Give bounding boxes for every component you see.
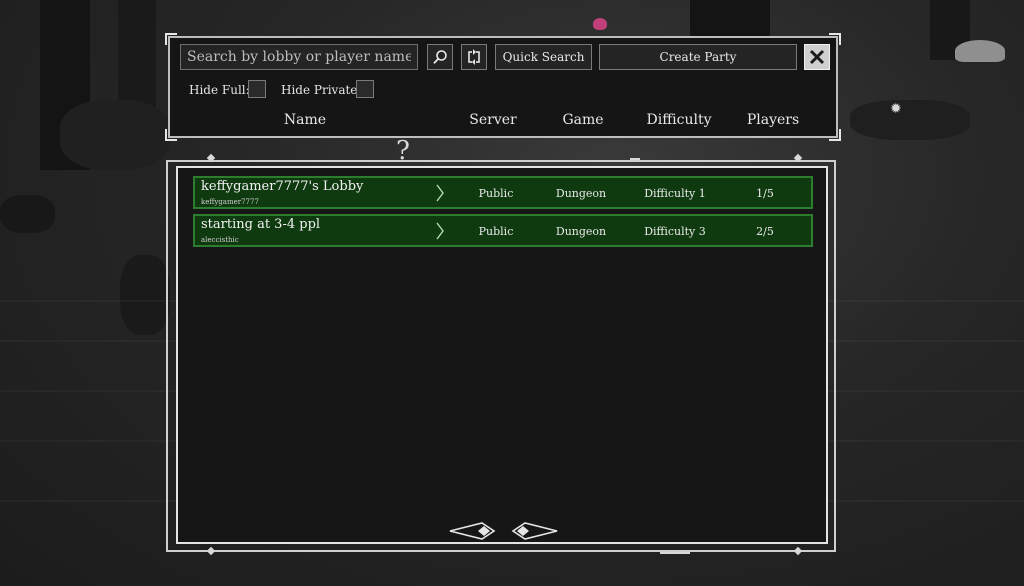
refresh-button[interactable] xyxy=(461,44,487,70)
chevron-right-icon xyxy=(436,184,444,202)
arrow-right-icon[interactable] xyxy=(511,522,559,540)
close-button[interactable] xyxy=(804,44,830,70)
bg-rock xyxy=(120,255,170,335)
search-button[interactable] xyxy=(427,44,453,70)
arrow-left-icon[interactable] xyxy=(448,522,496,540)
frame-ornament xyxy=(630,158,640,160)
lobby-difficulty: Difficulty 1 xyxy=(644,187,706,200)
frame-ornament xyxy=(660,552,690,554)
column-header-name: Name xyxy=(283,112,327,128)
lobby-list: keffygamer7777's Lobby keffygamer7777 Pu… xyxy=(176,166,828,544)
lobby-search-panel: Quick Search Create Party Hide Full: Hid… xyxy=(165,33,841,141)
column-header-difficulty: Difficulty xyxy=(646,112,712,128)
quick-search-button[interactable]: Quick Search xyxy=(495,44,592,70)
lobby-server: Public xyxy=(478,225,514,238)
lobby-game: Dungeon xyxy=(555,187,607,200)
lobby-difficulty: Difficulty 3 xyxy=(644,225,706,238)
bg-rock xyxy=(0,195,55,233)
lobby-players: 2/5 xyxy=(756,225,774,238)
frame-corner xyxy=(829,129,841,141)
bg-rock xyxy=(60,100,170,170)
column-header-server: Server xyxy=(469,112,517,128)
lobby-game: Dungeon xyxy=(555,225,607,238)
column-header-players: Players xyxy=(746,112,800,128)
refresh-icon xyxy=(468,49,480,65)
search-input[interactable] xyxy=(180,44,418,70)
chevron-right-icon xyxy=(436,222,444,240)
lobby-server: Public xyxy=(478,187,514,200)
create-party-button[interactable]: Create Party xyxy=(599,44,797,70)
close-x-icon xyxy=(809,49,825,65)
hide-full-label: Hide Full: xyxy=(189,83,250,97)
bg-character xyxy=(593,18,607,30)
column-header-game: Game xyxy=(562,112,604,128)
frame-corner xyxy=(165,129,177,141)
lobby-owner: aleccisthic xyxy=(201,236,239,244)
frame-corner xyxy=(165,33,177,45)
bg-rock xyxy=(850,100,970,140)
magnifier-icon xyxy=(433,50,447,64)
lobby-owner: keffygamer7777 xyxy=(201,198,259,206)
hide-private-label: Hide Private: xyxy=(281,83,362,97)
gear-icon: ✹ xyxy=(890,101,902,117)
lobby-row[interactable]: keffygamer7777's Lobby keffygamer7777 Pu… xyxy=(193,176,813,209)
lobby-players: 1/5 xyxy=(756,187,774,200)
lobby-name: starting at 3-4 ppl xyxy=(201,217,321,232)
hide-private-checkbox[interactable] xyxy=(356,80,374,98)
hide-full-checkbox[interactable] xyxy=(248,80,266,98)
lobby-row[interactable]: starting at 3-4 ppl aleccisthic Public D… xyxy=(193,214,813,247)
frame-corner xyxy=(829,33,841,45)
bg-campfire xyxy=(955,40,1005,62)
lobby-name: keffygamer7777's Lobby xyxy=(201,179,364,194)
bg-pillar xyxy=(690,0,770,40)
